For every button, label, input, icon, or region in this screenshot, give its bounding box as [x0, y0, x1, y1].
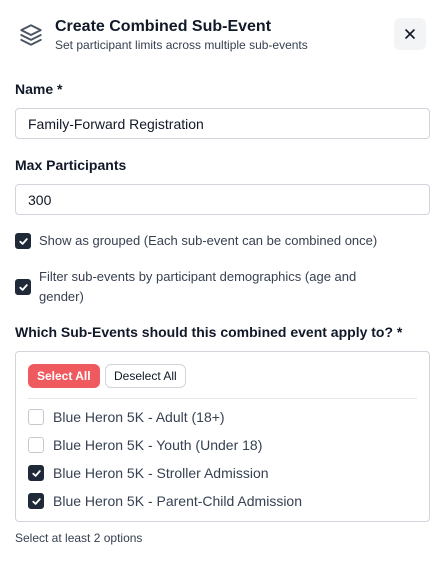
filter-demographics-label: Filter sub-events by participant demogra…	[39, 269, 357, 304]
subevent-label: Blue Heron 5K - Adult (18+)	[53, 409, 225, 425]
subevent-checkbox[interactable]	[28, 493, 44, 509]
dialog-title: Create Combined Sub-Event	[55, 18, 272, 35]
select-all-button[interactable]: Select All	[28, 364, 100, 388]
show-grouped-label: Show as grouped (Each sub-event can be c…	[39, 233, 378, 248]
subevent-checkbox[interactable]	[28, 437, 44, 453]
subevent-label: Blue Heron 5K - Parent-Child Admission	[53, 493, 303, 509]
max-participants-label: Max Participants	[15, 157, 127, 173]
subevent-checkbox[interactable]	[28, 409, 44, 425]
show-grouped-option[interactable]: Show as grouped (Each sub-event can be c…	[15, 231, 377, 251]
name-input[interactable]	[15, 108, 430, 139]
name-label: Name *	[15, 81, 63, 97]
max-participants-input[interactable]	[15, 184, 430, 215]
filter-demographics-checkbox[interactable]	[15, 279, 31, 295]
subevents-list: Select All Deselect All Blue Heron 5K - …	[15, 351, 430, 522]
layers-icon	[20, 24, 42, 46]
filter-demographics-option[interactable]: Filter sub-events by participant demogra…	[15, 267, 356, 307]
subevent-option[interactable]: Blue Heron 5K - Youth (Under 18)	[28, 435, 262, 455]
checkmark-icon	[31, 497, 41, 505]
subevent-label: Blue Heron 5K - Youth (Under 18)	[53, 437, 263, 453]
subevent-label: Blue Heron 5K - Stroller Admission	[53, 465, 269, 481]
subevents-question: Which Sub-Events should this combined ev…	[15, 324, 403, 340]
subevent-checkbox[interactable]	[28, 465, 44, 481]
dialog-subtitle: Set participant limits across multiple s…	[55, 38, 308, 52]
helper-text: Select at least 2 options	[15, 531, 143, 545]
checkmark-icon	[18, 283, 28, 291]
subevent-option[interactable]: Blue Heron 5K - Adult (18+)	[28, 407, 225, 427]
checkmark-icon	[31, 469, 41, 477]
close-button[interactable]	[394, 18, 426, 50]
subevent-option[interactable]: Blue Heron 5K - Stroller Admission	[28, 463, 269, 483]
dialog-header: Create Combined Sub-Event Set participan…	[16, 16, 426, 60]
checkmark-icon	[18, 237, 28, 245]
close-icon	[405, 29, 415, 39]
show-grouped-checkbox[interactable]	[15, 233, 31, 249]
divider	[28, 398, 417, 399]
deselect-all-button[interactable]: Deselect All	[105, 364, 186, 388]
subevent-option[interactable]: Blue Heron 5K - Parent-Child Admission	[28, 491, 302, 511]
